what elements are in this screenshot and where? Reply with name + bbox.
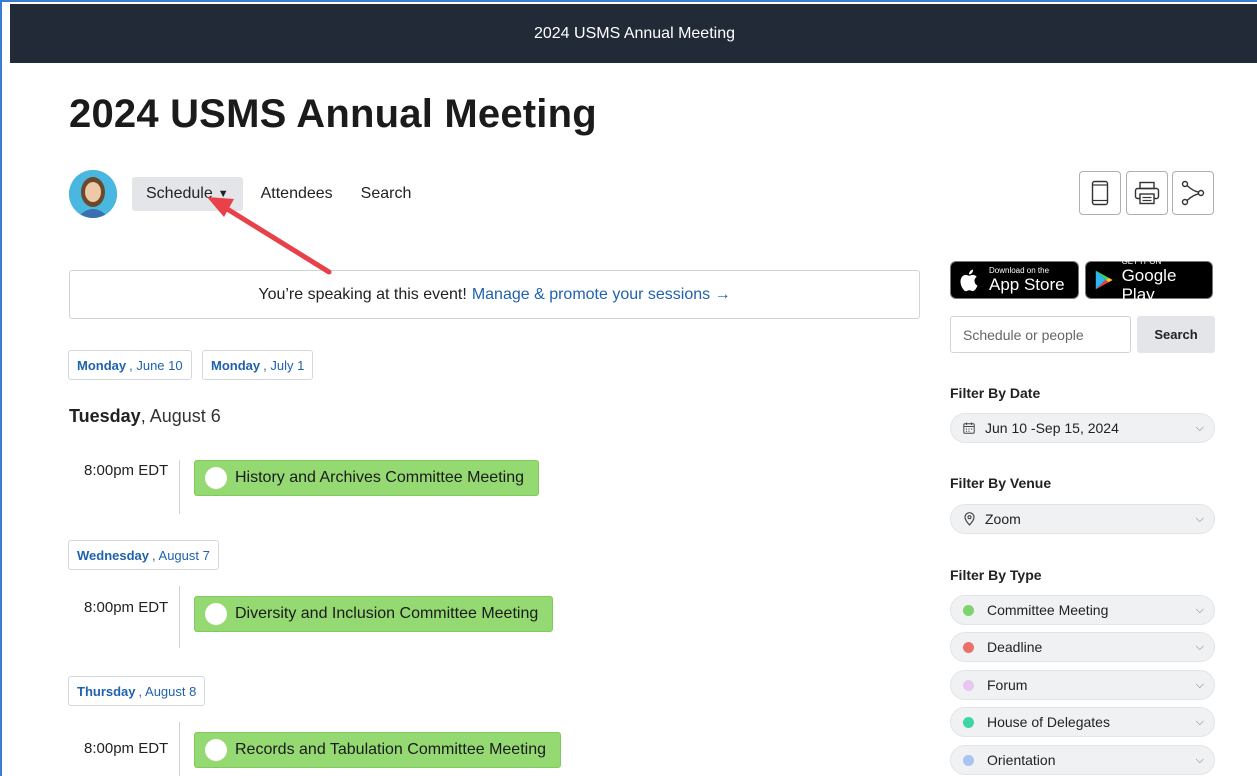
date-tab-date: , July 1: [263, 357, 305, 373]
chevron-down-icon: ⌵: [1195, 512, 1204, 525]
chevron-down-icon: ⌵: [1195, 603, 1204, 616]
date-filter-select[interactable]: Jun 10 -Sep 15, 2024 ⌵: [950, 413, 1215, 443]
session-title: Records and Tabulation Committee Meeting: [235, 741, 546, 758]
session-history-archives[interactable]: History and Archives Committee Meeting: [194, 460, 539, 496]
share-button[interactable]: [1172, 171, 1214, 215]
app-store-small: Download on the: [989, 266, 1050, 275]
filter-date-label: Filter By Date: [950, 385, 1041, 401]
google-play-big: Google Play: [1121, 265, 1177, 304]
type-color-dot: [963, 604, 974, 616]
chevron-down-icon: ⌵: [1195, 678, 1204, 691]
session-title: History and Archives Committee Meeting: [235, 469, 524, 486]
session-dot-icon: [205, 603, 227, 625]
top-bar-title: 2024 USMS Annual Meeting: [533, 24, 735, 42]
type-filter-committee-meeting[interactable]: Committee Meeting ⌵: [950, 595, 1215, 625]
timeline-divider: [179, 460, 180, 514]
session-dot-icon: [205, 467, 227, 489]
avatar[interactable]: [69, 170, 117, 218]
app-store-big: App Store: [989, 275, 1065, 294]
type-color-dot: [963, 641, 974, 653]
nav-schedule[interactable]: Schedule ▼: [132, 177, 243, 211]
date-tab-day: Wednesday: [77, 547, 150, 563]
google-play-badge[interactable]: GET IT ON Google Play: [1085, 257, 1213, 304]
date-tab-august-8[interactable]: Thursday, August 8: [68, 676, 206, 706]
date-tab-june-10[interactable]: Monday, June 10: [68, 350, 192, 380]
date-tab-day: Thursday: [77, 683, 136, 699]
type-filter-name: Forum: [987, 677, 1028, 693]
session-time: 8:00pm EDT: [84, 740, 169, 757]
google-play-icon: [1095, 270, 1113, 290]
search-button[interactable]: Search: [1137, 316, 1215, 353]
timeline-divider: [179, 586, 180, 648]
date-tab-day: Monday: [77, 357, 127, 373]
date-tab-day: Monday: [211, 357, 261, 373]
date-tab-date: , August 8: [138, 683, 197, 699]
manage-sessions-link[interactable]: Manage & promote your sessions →: [472, 286, 731, 304]
type-filter-name: Committee Meeting: [987, 602, 1109, 618]
google-play-small: GET IT ON: [1121, 256, 1162, 266]
filter-venue-label: Filter By Venue: [950, 475, 1052, 491]
type-filter-house-of-delegates[interactable]: House of Delegates ⌵: [950, 707, 1215, 737]
map-pin-icon: [961, 512, 977, 526]
mobile-phone-icon: [1091, 180, 1109, 206]
timeline-divider: [179, 722, 180, 776]
session-title: Diversity and Inclusion Committee Meetin…: [235, 605, 539, 622]
speaker-notice-text: You’re speaking at this event!: [258, 285, 467, 303]
chevron-down-icon: ⌵: [1195, 715, 1204, 728]
venue-filter-select[interactable]: Zoom ⌵: [950, 504, 1215, 534]
date-tab-date: , August 7: [152, 547, 210, 563]
venue-filter-value: Zoom: [985, 511, 1021, 527]
day-heading-day: Tuesday: [69, 406, 141, 426]
session-dot-icon: [205, 739, 227, 761]
avatar-photo: [69, 170, 117, 218]
date-tab-date: , June 10: [129, 357, 183, 373]
type-filter-deadline[interactable]: Deadline ⌵: [950, 632, 1215, 662]
main-nav: Schedule ▼ Attendees Search: [132, 177, 425, 211]
type-color-dot: [963, 679, 974, 691]
type-filter-forum[interactable]: Forum ⌵: [950, 670, 1215, 700]
caret-down-icon: ▼: [217, 188, 229, 200]
apple-icon: [960, 269, 978, 292]
nav-schedule-label: Schedule: [146, 185, 213, 202]
type-filter-name: Deadline: [987, 639, 1043, 655]
type-filter-orientation[interactable]: Orientation ⌵: [950, 745, 1215, 775]
date-tab-august-7[interactable]: Wednesday, August 7: [68, 540, 219, 570]
day-heading-date: , August 6: [140, 406, 221, 426]
search-input[interactable]: [950, 316, 1131, 353]
calendar-icon: [961, 422, 977, 434]
nav-search[interactable]: Search: [347, 177, 426, 211]
mobile-button[interactable]: [1079, 171, 1121, 215]
day-heading-august-6: Tuesday, August 6: [69, 406, 221, 427]
session-records-tabulation[interactable]: Records and Tabulation Committee Meeting: [194, 732, 561, 768]
type-color-dot: [963, 716, 974, 728]
type-filter-name: House of Delegates: [987, 714, 1110, 730]
top-bar: 2024 USMS Annual Meeting: [10, 4, 1257, 63]
type-filter-name: Orientation: [987, 752, 1056, 768]
chevron-down-icon: ⌵: [1195, 753, 1204, 766]
printer-icon: [1134, 181, 1160, 205]
page-title: 2024 USMS Annual Meeting: [69, 92, 597, 136]
share-icon: [1181, 180, 1205, 206]
session-diversity-inclusion[interactable]: Diversity and Inclusion Committee Meetin…: [194, 596, 554, 632]
filter-type-label: Filter By Type: [950, 567, 1042, 583]
print-button[interactable]: [1126, 171, 1168, 215]
date-tab-july-1[interactable]: Monday, July 1: [202, 350, 314, 380]
date-filter-value: Jun 10 -Sep 15, 2024: [985, 420, 1119, 436]
chevron-down-icon: ⌵: [1195, 421, 1204, 434]
speaker-notice: You’re speaking at this event! Manage & …: [69, 270, 920, 319]
page-frame: 2024 USMS Annual Meeting 2024 USMS Annua…: [0, 0, 1257, 776]
type-color-dot: [963, 754, 974, 766]
nav-attendees[interactable]: Attendees: [247, 177, 347, 211]
session-time: 8:00pm EDT: [84, 599, 169, 616]
app-store-badge[interactable]: Download on the App Store: [950, 261, 1079, 299]
session-time: 8:00pm EDT: [84, 462, 169, 479]
chevron-down-icon: ⌵: [1195, 640, 1204, 653]
